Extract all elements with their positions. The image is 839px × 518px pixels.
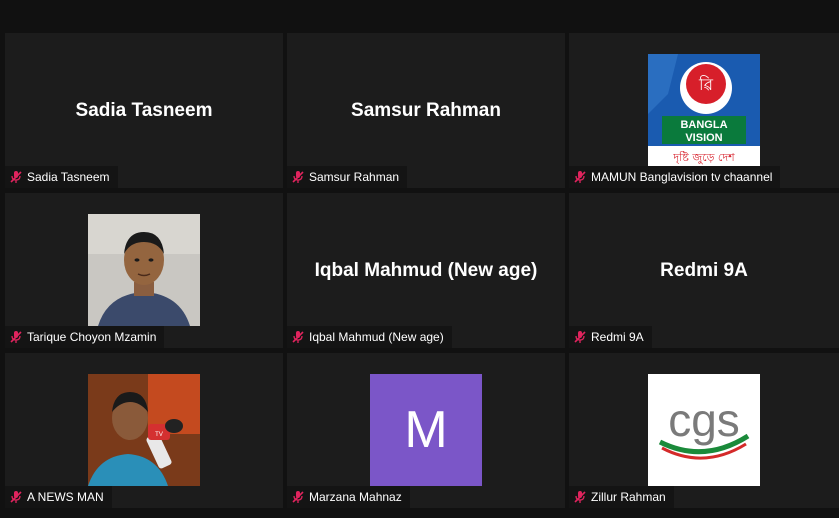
participant-tile[interactable]: Sadia Tasneem Sadia Tasneem	[5, 33, 283, 188]
participant-display-name: Redmi 9A	[660, 259, 748, 281]
letter-avatar: M	[370, 374, 482, 486]
participant-label: MAMUN Banglavision tv chaannel	[591, 170, 773, 184]
person-photo-image	[88, 214, 200, 326]
muted-mic-icon	[574, 491, 586, 503]
participant-tile[interactable]: Redmi 9A Redmi 9A	[569, 193, 839, 348]
participant-tile[interactable]: Samsur Rahman Samsur Rahman	[287, 33, 565, 188]
participant-label: Sadia Tasneem	[27, 170, 110, 184]
participant-display-name: Samsur Rahman	[351, 99, 501, 121]
participant-name-tag: Tarique Choyon Mzamin	[5, 326, 165, 348]
muted-mic-icon	[10, 491, 22, 503]
participant-label: Samsur Rahman	[309, 170, 400, 184]
svg-text:দৃষ্টি জুড়ে দেশ: দৃষ্টি জুড়ে দেশ	[672, 151, 735, 164]
svg-text:ৱি: ৱি	[698, 75, 714, 94]
svg-text:TV: TV	[155, 432, 163, 438]
muted-mic-icon	[292, 171, 304, 183]
participant-name-tag: Sadia Tasneem	[5, 166, 118, 188]
muted-mic-icon	[574, 171, 586, 183]
participant-photo: TV	[88, 374, 200, 486]
muted-mic-icon	[10, 171, 22, 183]
muted-mic-icon	[292, 491, 304, 503]
banglavision-logo: ৱি BANGLA VISION দৃষ্টি জুড়ে দেশ	[648, 54, 760, 166]
participant-name-tag: Samsur Rahman	[287, 166, 408, 188]
cgs-logo-image: cgs	[648, 374, 760, 486]
participant-label: Marzana Mahnaz	[309, 490, 402, 504]
muted-mic-icon	[10, 331, 22, 343]
banglavision-logo-image: ৱি BANGLA VISION দৃষ্টি জুড়ে দেশ	[648, 54, 760, 166]
participant-label: Iqbal Mahmud (New age)	[309, 330, 444, 344]
participant-label: Zillur Rahman	[591, 490, 666, 504]
muted-mic-icon	[574, 331, 586, 343]
participant-photo	[88, 214, 200, 326]
participant-tile[interactable]: ৱি BANGLA VISION দৃষ্টি জুড়ে দেশ MAMUN …	[569, 33, 839, 188]
svg-text:BANGLA: BANGLA	[680, 119, 727, 131]
participant-name-tag: Zillur Rahman	[569, 486, 674, 508]
participant-tile[interactable]: Tarique Choyon Mzamin	[5, 193, 283, 348]
participant-tile[interactable]: M Marzana Mahnaz	[287, 353, 565, 508]
participant-name-tag: Iqbal Mahmud (New age)	[287, 326, 452, 348]
muted-mic-icon	[292, 331, 304, 343]
reporter-photo-image: TV	[88, 374, 200, 486]
participant-tile[interactable]: cgs Zillur Rahman	[569, 353, 839, 508]
participant-display-name: Iqbal Mahmud (New age)	[314, 259, 538, 281]
participant-display-name: Sadia Tasneem	[75, 99, 213, 121]
participant-label: Redmi 9A	[591, 330, 644, 344]
participant-tile[interactable]: TV A NEWS MAN	[5, 353, 283, 508]
svg-text:VISION: VISION	[685, 132, 722, 144]
participant-name-tag: Redmi 9A	[569, 326, 652, 348]
svg-text:cgs: cgs	[668, 394, 740, 446]
participant-label: A NEWS MAN	[27, 490, 104, 504]
participant-name-tag: A NEWS MAN	[5, 486, 112, 508]
video-gallery: Sadia Tasneem Sadia Tasneem Samsur Rahma…	[0, 0, 839, 518]
cgs-logo: cgs	[648, 374, 760, 486]
participant-name-tag: Marzana Mahnaz	[287, 486, 410, 508]
participant-name-tag: MAMUN Banglavision tv chaannel	[569, 166, 781, 188]
participant-label: Tarique Choyon Mzamin	[27, 330, 157, 344]
participant-tile[interactable]: Iqbal Mahmud (New age) Iqbal Mahmud (New…	[287, 193, 565, 348]
